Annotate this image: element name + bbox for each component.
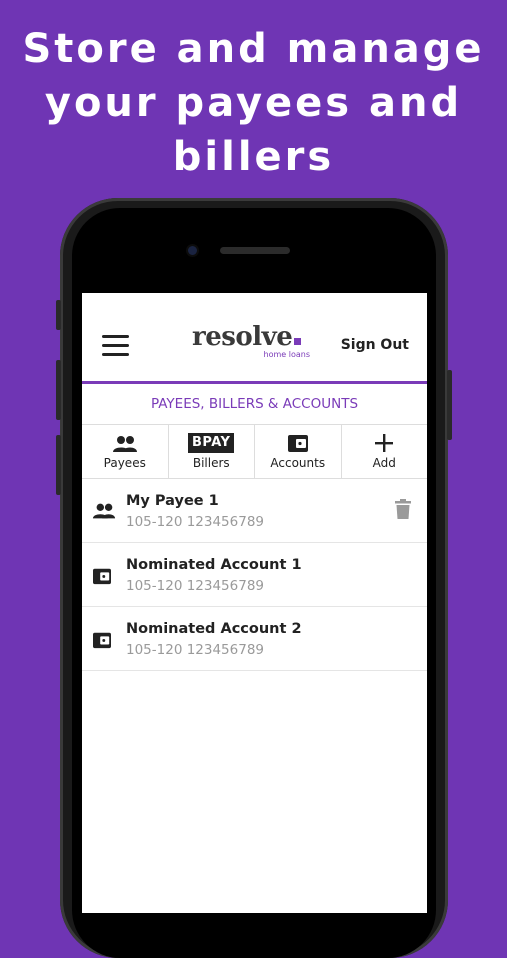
tab-billers[interactable]: BPAY Billers (169, 425, 255, 478)
people-icon (92, 499, 116, 523)
people-icon (82, 425, 168, 453)
tab-label: Billers (192, 456, 230, 470)
list-item[interactable]: Nominated Account 2 105-120 123456789 (82, 607, 427, 671)
list-item[interactable]: My Payee 1 105-120 123456789 (82, 479, 427, 543)
logo-dot (294, 338, 302, 345)
plus-icon (342, 425, 428, 453)
volume-down-button (56, 435, 61, 495)
bpay-badge: BPAY (188, 433, 235, 453)
power-button (447, 370, 452, 440)
earpiece-speaker (220, 247, 290, 254)
resolve-logo: resolve home loans (192, 323, 322, 363)
wallet-icon (92, 627, 116, 651)
tab-accounts[interactable]: Accounts (255, 425, 342, 478)
app-header: resolve home loans Sign Out (82, 293, 427, 384)
trash-icon[interactable] (395, 499, 413, 521)
sign-out-button[interactable]: Sign Out (341, 337, 409, 353)
app-screen: resolve home loans Sign Out PAYEES, BILL… (82, 293, 427, 913)
headline-line-1: Store and manage (22, 26, 485, 72)
list-item[interactable]: Nominated Account 1 105-120 123456789 (82, 543, 427, 607)
bpay-icon: BPAY (169, 425, 255, 453)
tab-bar: Payees BPAY Billers Accounts Add (82, 425, 427, 479)
page-title: PAYEES, BILLERS & ACCOUNTS (82, 384, 427, 425)
tab-payees[interactable]: Payees (82, 425, 169, 478)
tab-label: Accounts (270, 456, 326, 470)
item-account-number: 105-120 123456789 (126, 642, 264, 658)
item-account-number: 105-120 123456789 (126, 514, 264, 530)
mute-switch (56, 300, 61, 330)
headline-line-3: billers (172, 134, 335, 180)
volume-up-button (56, 360, 61, 420)
item-name: Nominated Account 1 (126, 557, 302, 573)
tab-add[interactable]: Add (342, 425, 428, 478)
menu-icon[interactable] (102, 335, 129, 356)
front-camera (188, 246, 197, 255)
item-name: My Payee 1 (126, 493, 219, 509)
wallet-icon (92, 563, 116, 587)
logo-wordmark: resolve (192, 322, 293, 352)
tab-label: Payees (103, 456, 146, 470)
item-account-number: 105-120 123456789 (126, 578, 264, 594)
logo-subtitle: home loans (263, 350, 310, 359)
tab-label: Add (372, 456, 396, 470)
wallet-icon (255, 425, 341, 453)
headline: Store and manage your payees and billers (0, 22, 507, 184)
item-name: Nominated Account 2 (126, 621, 302, 637)
headline-line-2: your payees and (44, 80, 463, 126)
